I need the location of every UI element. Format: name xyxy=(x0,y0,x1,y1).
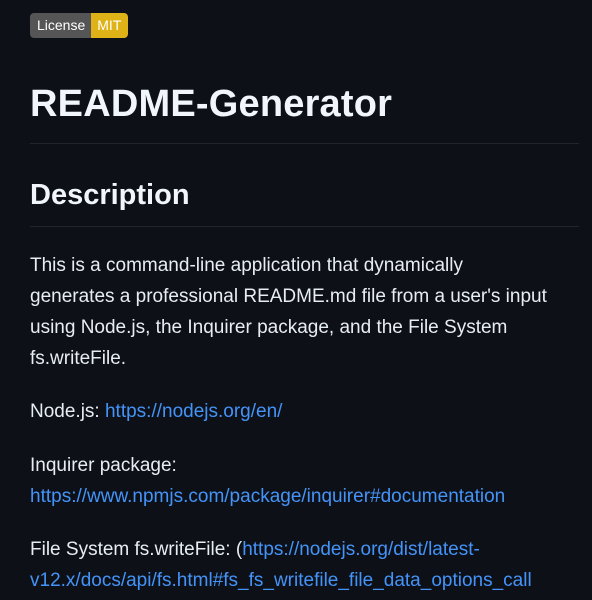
fs-label: File System fs.writeFile: ( xyxy=(30,539,243,560)
description-text: This is a command-line application that … xyxy=(30,255,547,369)
license-badge-label: License xyxy=(30,13,92,38)
readme-page: License MIT README-Generator Description… xyxy=(0,0,592,600)
description-divider xyxy=(30,226,579,227)
license-badge[interactable]: License MIT xyxy=(30,13,129,38)
nodejs-paragraph: Node.js: https://nodejs.org/en/ xyxy=(30,396,590,427)
page-title: README-Generator xyxy=(30,83,393,125)
fs-link-line1[interactable]: https://nodejs.org/dist/latest- xyxy=(242,539,480,560)
description-heading: Description xyxy=(30,179,190,211)
fs-link-line2[interactable]: v12.x/docs/api/fs.html#fs_fs_writefile_f… xyxy=(30,570,532,591)
fs-paragraph: File System fs.writeFile: (https://nodej… xyxy=(30,534,592,596)
title-divider xyxy=(30,143,579,144)
nodejs-link[interactable]: https://nodejs.org/en/ xyxy=(105,401,282,422)
license-badge-value: MIT xyxy=(91,13,129,38)
inquirer-label: Inquirer package: xyxy=(30,455,177,476)
inquirer-link[interactable]: https://www.npmjs.com/package/inquirer#d… xyxy=(30,486,505,507)
inquirer-paragraph: Inquirer package: https://www.npmjs.com/p… xyxy=(30,450,590,512)
nodejs-label: Node.js: xyxy=(30,401,105,422)
